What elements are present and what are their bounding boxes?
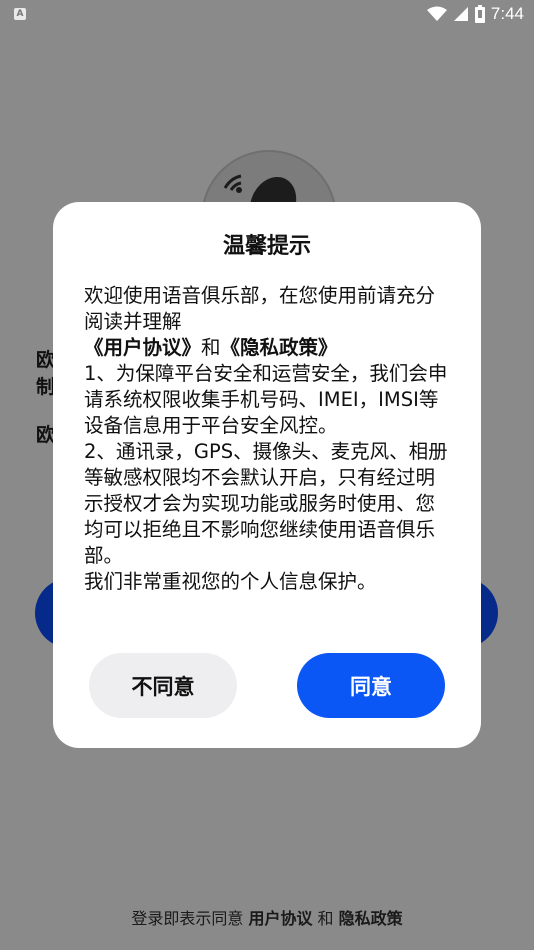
cellular-icon xyxy=(453,7,468,21)
footer-prefix: 登录即表示同意 xyxy=(131,909,244,928)
dialog-title: 温馨提示 xyxy=(222,234,311,259)
disagree-button[interactable]: 不同意 xyxy=(89,653,237,718)
dialog-paragraph-3: 我们非常重视您的个人信息保护。 xyxy=(84,570,377,593)
dialog-paragraph-2: 2、通讯录，GPS、摄像头、麦克风、相册等敏感权限均不会默认开启，只有经过明示授… xyxy=(84,440,448,567)
agree-button[interactable]: 同意 xyxy=(297,653,445,718)
notification-icon: A xyxy=(14,8,26,20)
footer-agreement-link[interactable]: 用户协议 xyxy=(248,909,312,928)
user-agreement-link[interactable]: 《用户协议》 xyxy=(84,336,201,359)
footer-and: 和 xyxy=(317,909,334,928)
login-agreement-footer: 登录即表示同意 用户协议 和 隐私政策 xyxy=(0,905,534,929)
privacy-policy-link[interactable]: 《隐私政策》 xyxy=(221,336,338,359)
dialog-paragraph-1: 1、为保障平台安全和运营安全，我们会申请系统权限收集手机号码、IMEI，IMSI… xyxy=(84,362,448,437)
links-and: 和 xyxy=(201,336,221,359)
dialog-links-line: 《用户协议》和《隐私政策》 xyxy=(84,335,454,361)
battery-icon xyxy=(474,5,485,23)
status-time: 7:44 xyxy=(490,4,524,23)
dialog-intro: 欢迎使用语音俱乐部，在您使用前请充分阅读并理解 xyxy=(84,284,436,333)
footer-privacy-link[interactable]: 隐私政策 xyxy=(339,909,403,928)
dialog-body: 欢迎使用语音俱乐部，在您使用前请充分阅读并理解 《用户协议》和《隐私政策》 1、… xyxy=(84,283,454,595)
privacy-dialog: 温馨提示 欢迎使用语音俱乐部，在您使用前请充分阅读并理解 《用户协议》和《隐私政… xyxy=(53,202,481,748)
status-icons: 7:44 xyxy=(426,4,524,24)
status-bar: A 7:44 xyxy=(0,0,534,30)
wifi-icon xyxy=(426,6,447,21)
